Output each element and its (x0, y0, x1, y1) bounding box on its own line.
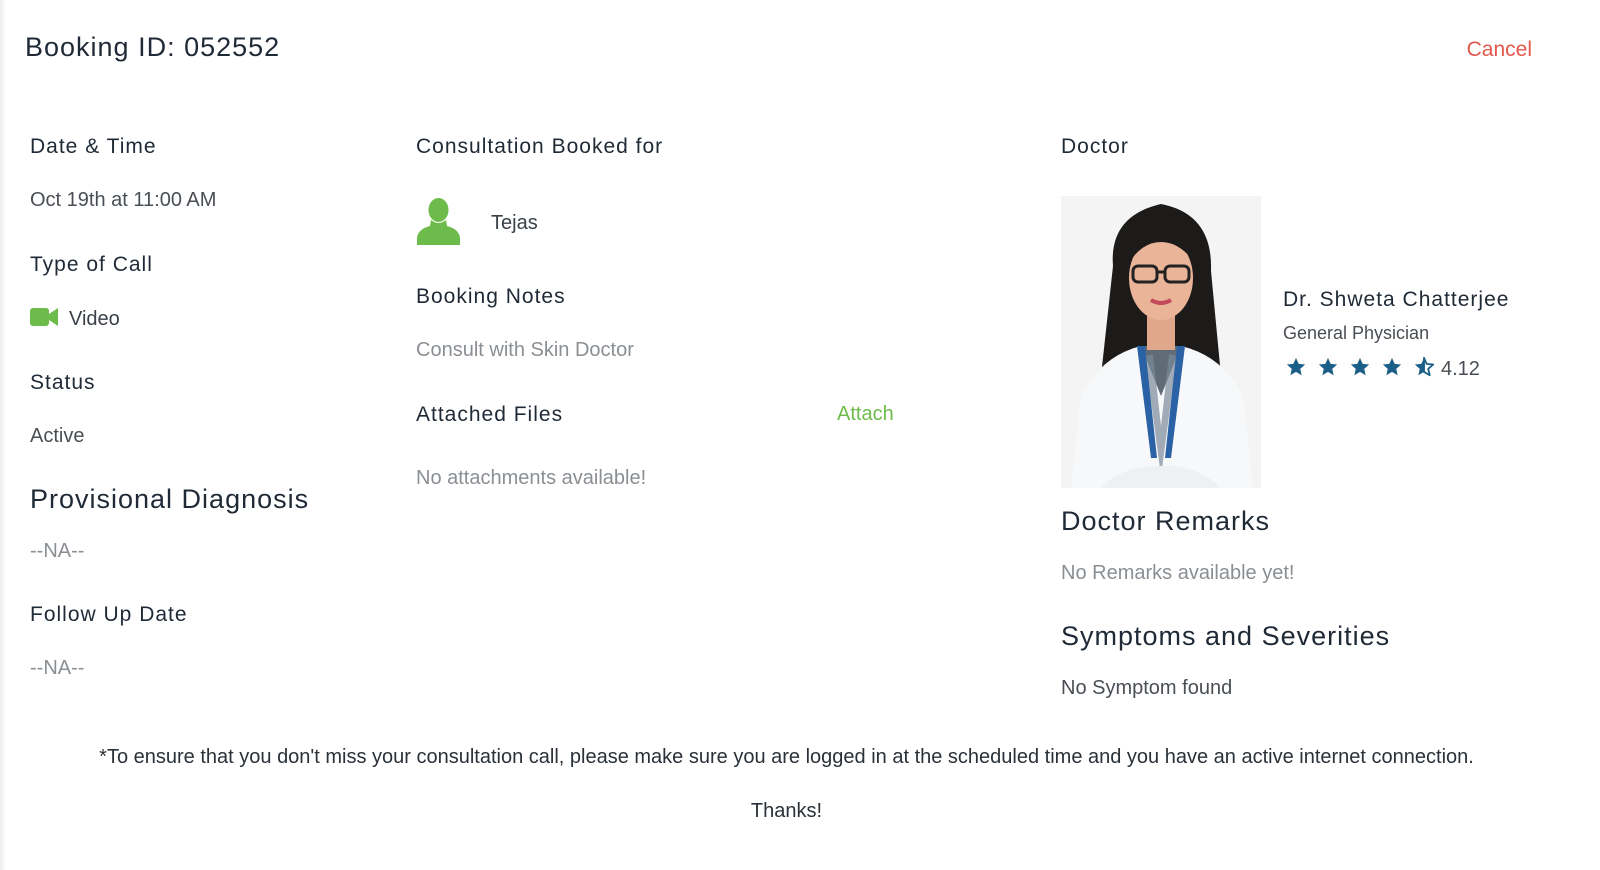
doctor-remarks-value: No Remarks available yet! (1061, 562, 1295, 584)
provisional-diagnosis-heading: Provisional Diagnosis (30, 484, 310, 514)
star-icon (1317, 356, 1339, 383)
date-time-value: Oct 19th at 11:00 AM (30, 189, 217, 211)
star-icon (1381, 356, 1403, 383)
follow-up-label: Follow Up Date (30, 603, 188, 626)
symptoms-heading: Symptoms and Severities (1061, 621, 1391, 651)
doctor-photo (1061, 196, 1261, 488)
cancel-button[interactable]: Cancel (1467, 38, 1532, 62)
booked-for-label: Consultation Booked for (416, 135, 664, 158)
doctor-rating: 4.12 (1285, 356, 1480, 383)
star-icon (1349, 356, 1371, 383)
patient-name: Tejas (491, 212, 538, 234)
video-camera-icon (30, 307, 59, 332)
rating-value: 4.12 (1441, 358, 1480, 380)
follow-up-value: --NA-- (30, 657, 85, 679)
booking-title: Booking ID: 052552 (25, 32, 281, 62)
star-half-icon (1413, 356, 1435, 383)
person-icon (416, 196, 461, 251)
date-time-label: Date & Time (30, 135, 157, 158)
attached-files-label: Attached Files (416, 403, 564, 426)
attach-button[interactable]: Attach (837, 403, 894, 426)
star-icon (1285, 356, 1307, 383)
doctor-remarks-heading: Doctor Remarks (1061, 506, 1271, 536)
doctor-name: Dr. Shweta Chatterjee (1283, 288, 1510, 311)
doctor-specialty: General Physician (1283, 323, 1430, 343)
no-attachments-text: No attachments available! (416, 467, 647, 489)
call-type-value: Video (69, 308, 120, 330)
booking-notes-value: Consult with Skin Doctor (416, 339, 634, 361)
symptoms-value: No Symptom found (1061, 677, 1233, 699)
status-value: Active (30, 425, 85, 447)
call-type-row: Video (30, 307, 120, 332)
provisional-diagnosis-value: --NA-- (30, 540, 85, 562)
status-label: Status (30, 371, 96, 394)
consultation-note: *To ensure that you don't miss your cons… (99, 746, 1474, 768)
call-type-label: Type of Call (30, 253, 153, 276)
doctor-label: Doctor (1061, 135, 1129, 158)
panel-edge-shadow (0, 0, 6, 870)
booking-notes-label: Booking Notes (416, 285, 566, 308)
thanks-text: Thanks! (750, 800, 823, 822)
patient-row: Tejas (416, 196, 538, 251)
